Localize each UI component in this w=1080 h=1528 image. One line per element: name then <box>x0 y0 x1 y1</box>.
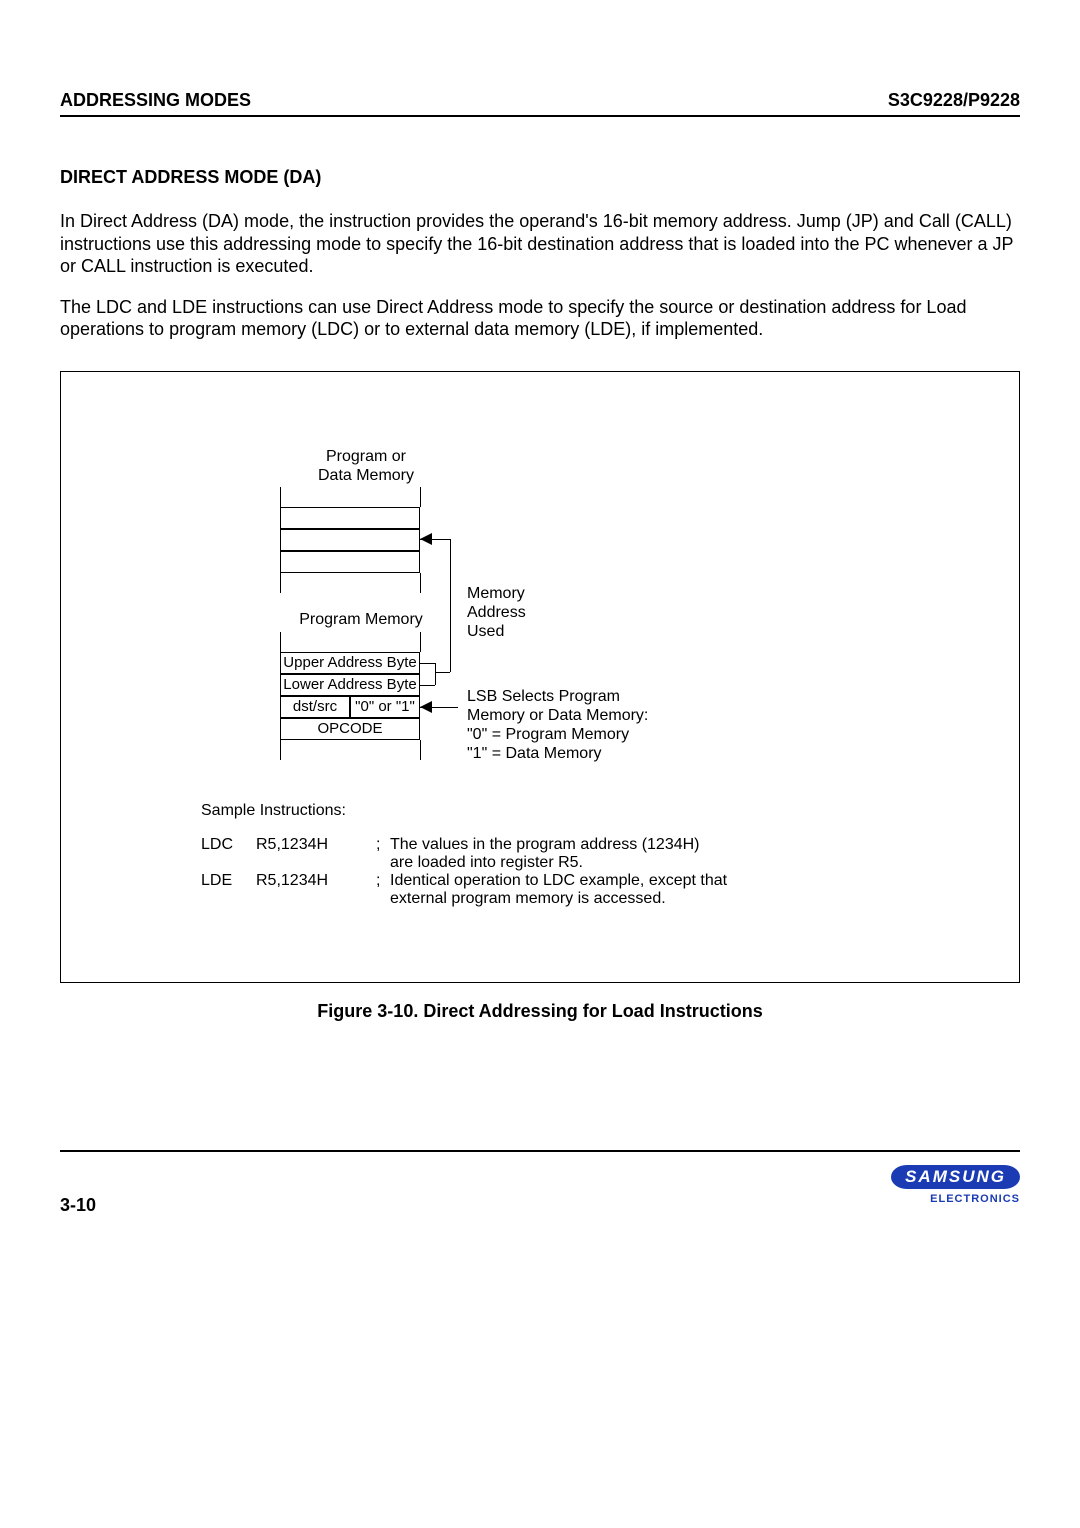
sample-row-cont: are loaded into register R5. <box>201 854 810 872</box>
sample-row: LDC R5,1234H ; The values in the program… <box>201 836 810 854</box>
mnemonic: LDC <box>201 836 256 854</box>
operand: R5,1234H <box>256 836 376 854</box>
label-line: Address <box>467 604 526 621</box>
label-lsb-selects: LSB Selects Program Memory or Data Memor… <box>467 687 648 764</box>
semicolon: ; <box>376 872 390 890</box>
header-left: ADDRESSING MODES <box>60 90 251 111</box>
logo-sub: ELECTRONICS <box>891 1193 1020 1205</box>
header-right: S3C9228/P9228 <box>888 90 1020 111</box>
label-program-memory: Program Memory <box>296 610 426 629</box>
label-line: Memory <box>467 585 525 602</box>
sample-row: LDE R5,1234H ; Identical operation to LD… <box>201 872 810 890</box>
label-prog-data-mem: Program or Data Memory <box>306 447 426 485</box>
figure-caption: Figure 3-10. Direct Addressing for Load … <box>60 1001 1020 1022</box>
label-line: "0" = Program Memory <box>467 726 629 743</box>
cell-zero-one: "0" or "1" <box>350 696 420 718</box>
comment: external program memory is accessed. <box>390 890 810 908</box>
paragraph-2: The LDC and LDE instructions can use Dir… <box>60 296 1020 341</box>
footer-rule <box>60 1150 1020 1152</box>
logo-main: SAMSUNG <box>891 1165 1020 1189</box>
paragraph-1: In Direct Address (DA) mode, the instruc… <box>60 210 1020 278</box>
semicolon: ; <box>376 836 390 854</box>
label-line: LSB Selects Program <box>467 688 620 705</box>
label-memory-address-used: Memory Address Used <box>467 584 526 642</box>
label-line: Program or <box>326 448 406 465</box>
arrow-icon <box>420 701 432 713</box>
logo: SAMSUNG ELECTRONICS <box>891 1165 1020 1205</box>
sample-instructions: Sample Instructions: LDC R5,1234H ; The … <box>201 802 810 908</box>
sample-row-cont: external program memory is accessed. <box>201 890 810 908</box>
sample-title: Sample Instructions: <box>201 802 810 820</box>
figure-box: Program or Data Memory Program Memory Up… <box>60 371 1020 983</box>
label-line: Used <box>467 623 504 640</box>
mnemonic: LDE <box>201 872 256 890</box>
comment: are loaded into register R5. <box>390 854 810 872</box>
comment: The values in the program address (1234H… <box>390 836 810 854</box>
cell-lower-addr: Lower Address Byte <box>280 674 420 696</box>
section-title: DIRECT ADDRESS MODE (DA) <box>60 167 1020 188</box>
label-line: "1" = Data Memory <box>467 745 602 762</box>
comment: Identical operation to LDC example, exce… <box>390 872 810 890</box>
label-line: Memory or Data Memory: <box>467 707 648 724</box>
page-header: ADDRESSING MODES S3C9228/P9228 <box>60 90 1020 117</box>
operand: R5,1234H <box>256 872 376 890</box>
cell-dstsrc: dst/src <box>280 696 350 718</box>
label-line: Data Memory <box>318 467 414 484</box>
arrow-icon <box>420 533 432 545</box>
cell-upper-addr: Upper Address Byte <box>280 652 420 674</box>
page-number: 3-10 <box>60 1195 96 1216</box>
cell-opcode: OPCODE <box>280 718 420 740</box>
